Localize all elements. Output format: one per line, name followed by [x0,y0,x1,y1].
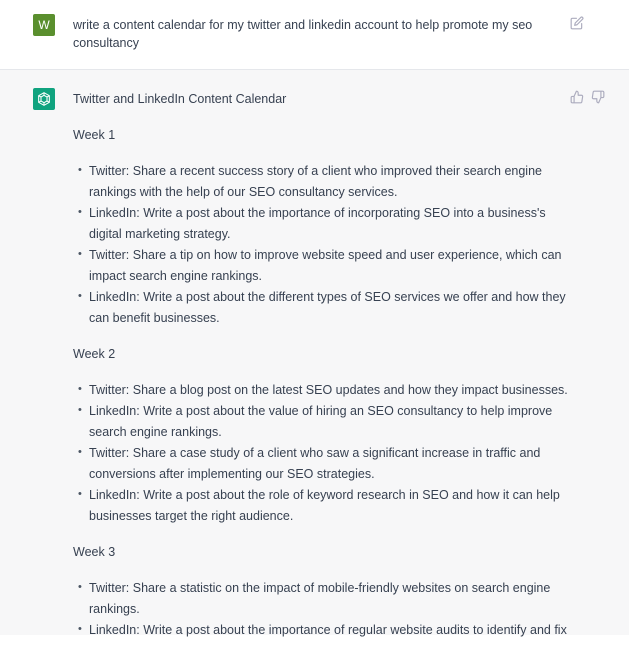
list-item: Twitter: Share a blog post on the latest… [78,379,573,401]
list-item: Twitter: Share a statistic on the impact… [78,577,573,620]
assistant-message-row: Twitter and LinkedIn Content Calendar We… [0,70,629,640]
assistant-avatar [33,88,55,110]
thumbs-up-icon[interactable] [570,90,584,104]
thumbs-down-icon[interactable] [591,90,605,104]
edit-icon[interactable] [570,16,584,30]
list-item: LinkedIn: Write a post about the differe… [78,286,573,329]
openai-logo-icon [38,92,50,106]
list-item: Twitter: Share a case study of a client … [78,442,573,485]
list-item: LinkedIn: Write a post about the role of… [78,484,573,527]
week-1-list: Twitter: Share a recent success story of… [73,160,573,329]
list-item: Twitter: Share a recent success story of… [78,160,573,203]
week-3-list: Twitter: Share a statistic on the impact… [73,577,573,641]
list-item: LinkedIn: Write a post about the value o… [78,400,573,443]
user-avatar: W [33,14,55,36]
assistant-message-content: Twitter and LinkedIn Content Calendar We… [73,89,573,656]
user-message-text: write a content calendar for my twitter … [73,18,533,50]
list-item: Twitter: Share a tip on how to improve w… [78,244,573,287]
list-item: LinkedIn: Write a post about the importa… [78,202,573,245]
response-title: Twitter and LinkedIn Content Calendar [73,92,287,106]
week-heading: Week 2 [73,347,116,361]
user-message-row: W write a content calendar for my twitte… [0,0,629,70]
week-heading: Week 1 [73,128,116,142]
list-item: LinkedIn: Write a post about the importa… [78,619,573,641]
week-2-list: Twitter: Share a blog post on the latest… [73,379,573,527]
week-heading: Week 3 [73,545,116,559]
